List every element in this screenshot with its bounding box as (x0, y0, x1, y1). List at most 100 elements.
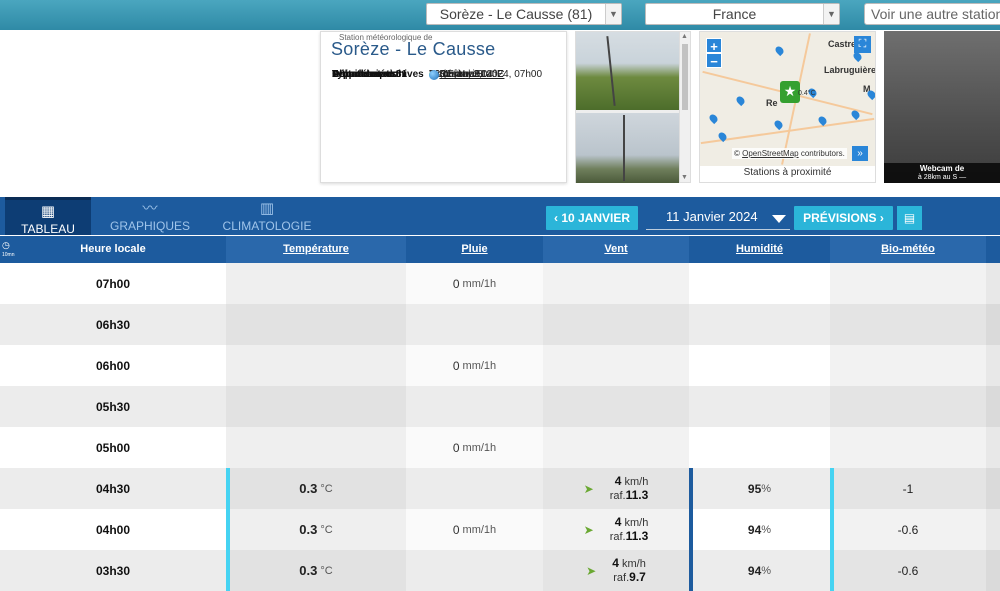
chevron-down-icon[interactable]: ▼ (605, 4, 621, 24)
table-header: ◷ 10mn Heure locale Température Pluie Ven… (0, 236, 1000, 263)
webcam-caption: Webcam de à 28km au S — (884, 163, 1000, 183)
station-select[interactable]: Sorèze - Le Causse (81) ▼ (426, 3, 622, 25)
forecast-button[interactable]: PRÉVISIONS › (794, 206, 893, 230)
rain-unit: mm/1h (462, 523, 497, 536)
bio-cell: -1 (830, 468, 986, 509)
previous-day-button[interactable]: ‹ 10 JANVIER (546, 206, 638, 230)
scroll-up-icon[interactable]: ▲ (681, 33, 688, 40)
header-rain[interactable]: Pluie (406, 236, 543, 263)
wind-speed: 4 (614, 473, 622, 488)
temperature-value: 0.3 (299, 522, 318, 537)
station-photo[interactable] (576, 113, 679, 183)
view-nav-bar: ▦ TABLEAU 〰 GRAPHIQUES ▥ CLIMATOLOGIE ‹ … (0, 197, 1000, 236)
header-humidity[interactable]: Humidité (689, 236, 830, 263)
station-select-value: Sorèze - Le Causse (81) (439, 6, 593, 22)
rain-value: 0 (452, 440, 460, 455)
wind-direction-icon: ➤ (583, 481, 594, 496)
date-select-value: 11 Janvier 2024 (666, 209, 758, 224)
bio-marker (830, 550, 834, 591)
humidity-cell (689, 263, 830, 304)
attribution-text: contributors. (798, 149, 845, 158)
wind-unit: km/h (624, 475, 649, 488)
date-select[interactable]: 11 Janvier 2024 (646, 206, 790, 230)
station-pin-icon[interactable] (734, 94, 747, 107)
country-select-value: France (712, 6, 757, 22)
zoom-out-button[interactable]: − (706, 53, 722, 69)
rain-unit: mm/1h (462, 441, 497, 454)
bio-marker (830, 468, 834, 509)
rain-unit: mm/1h (462, 277, 497, 290)
map-more-button[interactable]: » (852, 146, 868, 161)
calendar-icon[interactable]: ▤ (897, 206, 922, 230)
bio-cell (830, 263, 986, 304)
station-pin-icon[interactable] (773, 44, 786, 57)
wind-cell (543, 263, 689, 304)
bio-value: -0.6 (897, 522, 919, 537)
station-pin-icon[interactable] (772, 118, 785, 131)
zoom-in-button[interactable]: + (706, 38, 722, 54)
map-canvas[interactable]: Castres Labruguière Re M ★ 0.4°C + − ⛶ ©… (700, 32, 875, 166)
temperature-cell (226, 263, 406, 304)
webcam-image[interactable]: Webcam de à 28km au S — (884, 31, 1000, 183)
country-select[interactable]: France ▼ (645, 3, 840, 25)
header-bio[interactable]: Bio-météo (830, 236, 986, 263)
station-search-input[interactable]: Voir une autre station... (864, 3, 1000, 25)
osm-link[interactable]: OpenStreetMap (742, 149, 798, 158)
humidity-unit: % (761, 564, 772, 577)
photos-scrollbar[interactable]: ▲ ▼ (679, 32, 690, 182)
wind-direction-icon: ➤ (586, 563, 597, 578)
gust-prefix: raf. (609, 489, 626, 502)
time-cell: 04h00 (95, 522, 131, 537)
tab-graphiques[interactable]: 〰 GRAPHIQUES (105, 197, 195, 235)
forecast-label: PRÉVISIONS (803, 211, 877, 225)
station-photo[interactable] (576, 32, 679, 110)
time-cell: 07h00 (95, 276, 131, 291)
owner-link[interactable]: jerome81 (444, 69, 486, 80)
header-temperature[interactable]: Température (226, 236, 406, 263)
tab-label: GRAPHIQUES (109, 219, 190, 233)
humidity-unit: % (761, 482, 772, 495)
station-pin-icon[interactable] (707, 112, 720, 125)
header-wind[interactable]: Vent (543, 236, 689, 263)
tab-climatologie[interactable]: ▥ CLIMATOLOGIE (222, 197, 312, 235)
scroll-down-icon[interactable]: ▼ (681, 174, 688, 181)
map-place-label: Labruguière (824, 65, 875, 75)
bio-cell (830, 427, 986, 468)
temperature-cell (226, 304, 406, 345)
wind-speed: 4 (614, 514, 622, 529)
humidity-cell (689, 304, 830, 345)
humidity-cell: 95% (689, 468, 830, 509)
chevron-down-icon[interactable]: ▼ (823, 4, 839, 24)
wind-unit: km/h (624, 516, 649, 529)
rain-cell (406, 386, 543, 427)
temperature-value: 0.3 (299, 563, 318, 578)
temperature-unit: °C (320, 482, 333, 495)
scrollbar-thumb[interactable] (682, 44, 688, 110)
bio-cell: -0.6 (830, 509, 986, 550)
time-cell: 06h00 (95, 358, 131, 373)
webcam-title: Webcam de (919, 164, 965, 173)
humidity-cell (689, 427, 830, 468)
temperature-cell: 0.3 °C (226, 509, 406, 550)
temperature-unit: °C (320, 523, 333, 536)
table-row: 04h00 0.3 °C 0 mm/1h ➤ 4 km/h raf.11.3 94% -0.6 (0, 509, 1000, 550)
temperature-unit: °C (320, 564, 333, 577)
time-cell: 06h30 (95, 317, 131, 332)
station-pin-icon[interactable] (865, 88, 875, 101)
fullscreen-icon[interactable]: ⛶ (854, 36, 871, 53)
wind-speed: 4 (612, 555, 619, 570)
table-edge (986, 468, 1000, 509)
current-station-star-icon[interactable]: ★ (780, 81, 800, 103)
webcam-detail: à 28km au S — (917, 174, 967, 181)
table-row: 06h30 (0, 304, 1000, 345)
table-edge (986, 386, 1000, 427)
wind-direction-icon: ➤ (583, 522, 594, 537)
station-name: Sorèze - Le Causse (331, 39, 496, 59)
wind-gust: 11.3 (625, 528, 649, 543)
wind-cell (543, 345, 689, 386)
humidity-value: 95 (747, 481, 762, 496)
table-edge (986, 304, 1000, 345)
humidity-cell: 94% (689, 509, 830, 550)
tab-tableau[interactable]: ▦ TABLEAU (5, 197, 91, 236)
tab-label: CLIMATOLOGIE (222, 219, 312, 233)
